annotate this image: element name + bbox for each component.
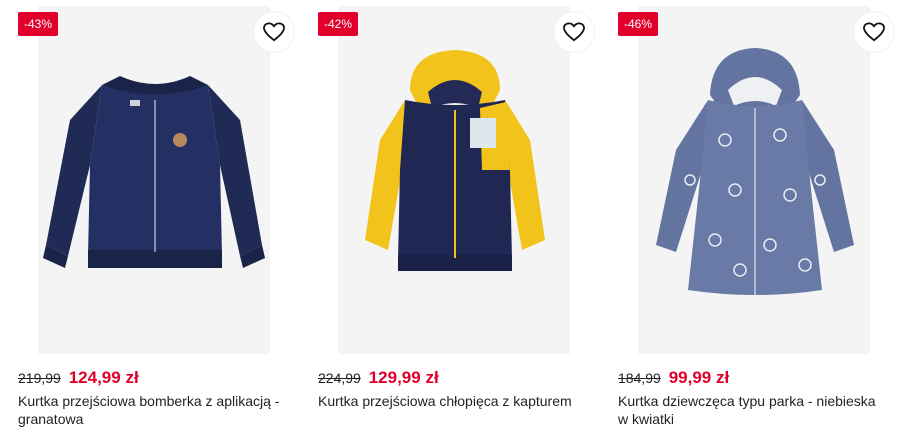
discount-badge: -42% [318, 12, 359, 36]
product-card[interactable]: -46% 184,99 99,99 zł Kurtka dziewczęca t… [610, 0, 900, 435]
favorite-button[interactable] [554, 12, 594, 52]
product-title[interactable]: Kurtka dziewczęca typu parka - niebieska… [618, 392, 888, 428]
sale-price: 129,99 zł [368, 368, 439, 387]
old-price: 219,99 [18, 370, 61, 386]
sale-price: 124,99 zł [68, 368, 139, 387]
price-row: 224,99 129,99 zł [318, 368, 439, 388]
price-row: 219,99 124,99 zł [18, 368, 139, 388]
favorite-button[interactable] [254, 12, 294, 52]
sale-price: 99,99 zł [668, 368, 730, 387]
product-title[interactable]: Kurtka przejściowa bomberka z aplikacją … [18, 392, 288, 428]
old-price: 224,99 [318, 370, 361, 386]
favorite-button[interactable] [854, 12, 894, 52]
heart-outline-icon [563, 22, 585, 42]
bomber-jacket-image [43, 76, 265, 268]
product-image[interactable]: -42% [310, 0, 600, 356]
product-card[interactable]: -42% 224,99 129,99 zł Kurtka przejściowa… [310, 0, 600, 435]
discount-badge: -43% [18, 12, 59, 36]
price-row: 184,99 99,99 zł [618, 368, 729, 388]
product-title[interactable]: Kurtka przejściowa chłopięca z kapturem [318, 392, 588, 410]
product-card[interactable]: -43% 219,99 124,99 zł Kurtka przejściowa… [10, 0, 300, 435]
old-price: 184,99 [618, 370, 661, 386]
heart-outline-icon [863, 22, 885, 42]
discount-badge: -46% [618, 12, 659, 36]
product-image[interactable]: -43% [10, 0, 300, 356]
product-image[interactable]: -46% [610, 0, 900, 356]
hooded-jacket-image [365, 50, 545, 271]
heart-outline-icon [263, 22, 285, 42]
parka-jacket-image [656, 48, 854, 295]
